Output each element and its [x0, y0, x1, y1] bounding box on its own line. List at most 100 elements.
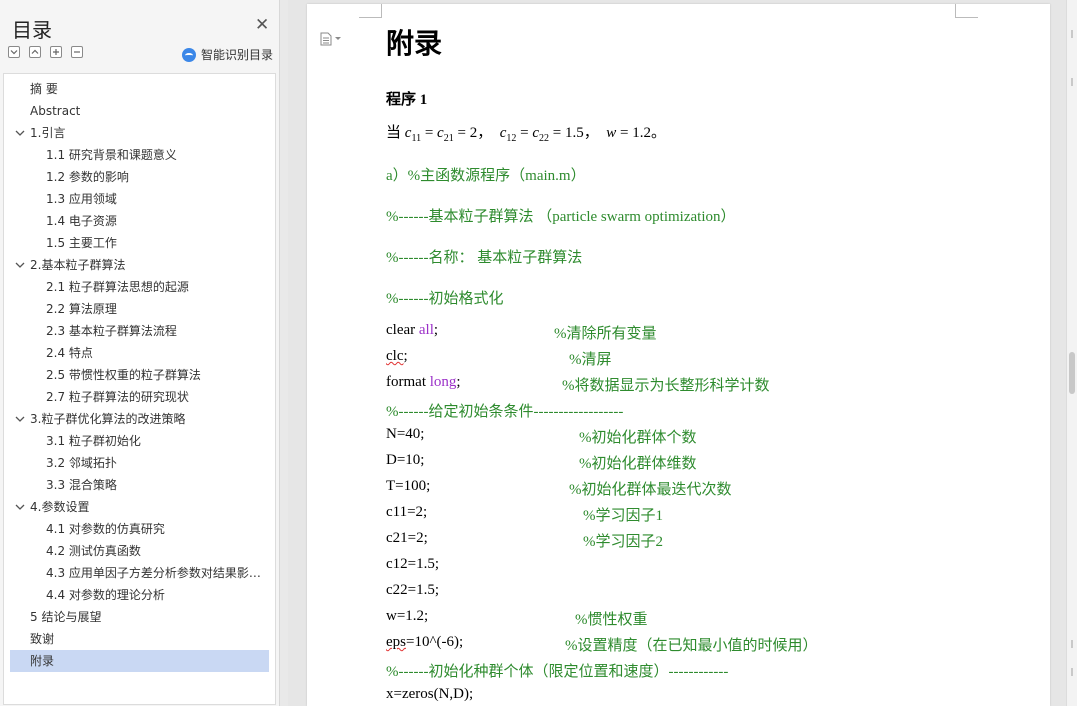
- toc-item-label: 4.参数设置: [30, 500, 90, 514]
- toc-item-label: 4.2 测试仿真函数: [46, 544, 141, 558]
- toc-item-label: 2.4 特点: [46, 346, 93, 360]
- code-line-d: D=10;: [386, 452, 425, 468]
- toc-item[interactable]: 2.4 特点: [4, 342, 275, 364]
- formula-value-2: 1.5: [564, 125, 584, 141]
- toc-item[interactable]: 附录: [10, 650, 269, 672]
- toc-item[interactable]: 1.2 参数的影响: [4, 166, 275, 188]
- code-comment: %初始化群体最迭代次数: [569, 482, 732, 498]
- toc-item[interactable]: 3.1 粒子群初始化: [4, 430, 275, 452]
- toc-panel: 目录 ✕ 智能识别目录 摘 要 Abstract 1.引言 1.1 研究背景和课题意义…: [0, 0, 280, 706]
- toc-item[interactable]: 4.1 对参数的仿真研究: [4, 518, 275, 540]
- expand-all-icon[interactable]: [8, 46, 20, 58]
- code-comment: %学习因子1: [583, 508, 663, 524]
- toc-item[interactable]: 2.5 带惯性权重的粒子群算法: [4, 364, 275, 386]
- scroll-marker: [1071, 668, 1073, 676]
- toc-item-label: 4.4 对参数的理论分析: [46, 588, 165, 602]
- scroll-marker: [1071, 640, 1073, 648]
- toc-item[interactable]: 1.3 应用领域: [4, 188, 275, 210]
- code-comment: %学习因子2: [583, 534, 663, 550]
- code-semicolon: ;: [456, 374, 461, 390]
- toc-item-label: 3.2 邻域拓扑: [46, 456, 117, 470]
- remove-heading-icon[interactable]: [71, 46, 83, 58]
- code-line-c22: c22=1.5;: [386, 582, 440, 598]
- appendix-heading: 附录: [386, 27, 443, 60]
- parameter-formula: 当 c11 = c21 = 2， c12 = c22 = 1.5， w = 1.…: [386, 125, 666, 144]
- toc-item[interactable]: 4.参数设置: [4, 496, 275, 518]
- toc-toolbar: [8, 46, 83, 58]
- toc-item[interactable]: 3.粒子群优化算法的改进策略: [4, 408, 275, 430]
- scroll-marker: [1071, 78, 1073, 86]
- toc-item[interactable]: 2.基本粒子群算法: [4, 254, 275, 276]
- code-line-x: x=zeros(N,D);: [386, 686, 474, 702]
- toc-item[interactable]: Abstract: [4, 100, 275, 122]
- toc-item-label: 1.5 主要工作: [46, 236, 117, 250]
- code-comment-main: a）%主函数源程序（main.m）: [386, 168, 586, 184]
- formula-c-symbol: c: [437, 125, 444, 141]
- code-comment: %将数据显示为长整形科学计数: [562, 378, 770, 394]
- document-page[interactable]: 附录 程序 1 当 c11 = c21 = 2， c12 = c22 = 1.5…: [307, 4, 1050, 706]
- smart-toc-button[interactable]: 智能识别目录: [182, 46, 273, 63]
- code-line-c21: c21=2;: [386, 530, 428, 546]
- code-semicolon: ;: [433, 322, 439, 338]
- code-comment: %清屏: [569, 352, 612, 368]
- toc-item-label: 4.3 应用单因子方差分析参数对结果影响...: [46, 566, 271, 580]
- toc-item-label: 1.2 参数的影响: [46, 170, 129, 184]
- toc-item[interactable]: 3.2 邻域拓扑: [4, 452, 275, 474]
- collapse-all-icon[interactable]: [29, 46, 41, 58]
- vertical-scrollbar[interactable]: [1066, 0, 1077, 706]
- program-title: 程序 1: [386, 92, 428, 108]
- formula-sub-21: 21: [443, 133, 454, 144]
- chevron-down-icon[interactable]: [14, 127, 26, 139]
- toc-item[interactable]: 5 结论与展望: [4, 606, 275, 628]
- toc-item-label: 5 结论与展望: [30, 610, 102, 624]
- toc-item[interactable]: 致谢: [4, 628, 275, 650]
- code-semicolon: ;: [403, 348, 408, 364]
- code-argument: long: [429, 374, 457, 390]
- toc-item-label: 2.2 算法原理: [46, 302, 117, 316]
- chevron-down-icon[interactable]: [14, 413, 26, 425]
- toc-item[interactable]: 2.1 粒子群算法思想的起源: [4, 276, 275, 298]
- code-line-eps: eps=10^(-6);: [386, 634, 463, 651]
- toc-item[interactable]: 1.5 主要工作: [4, 232, 275, 254]
- toc-item[interactable]: 4.2 测试仿真函数: [4, 540, 275, 562]
- toc-item-label: 1.3 应用领域: [46, 192, 117, 206]
- toc-item-label: 附录: [30, 654, 55, 668]
- margin-corner-right: [955, 4, 978, 18]
- add-heading-icon[interactable]: [50, 46, 62, 58]
- toc-item-label: 2.基本粒子群算法: [30, 258, 126, 272]
- code-line-format: format long;: [386, 374, 461, 391]
- toc-item-label: 1.引言: [30, 126, 66, 140]
- margin-corner-left: [359, 4, 382, 18]
- code-comment-init-cond: %------给定初始条条件------------------: [386, 404, 624, 420]
- toc-item[interactable]: 摘 要: [4, 78, 275, 100]
- toc-item[interactable]: 4.4 对参数的理论分析: [4, 584, 275, 606]
- toc-item[interactable]: 1.4 电子资源: [4, 210, 275, 232]
- code-line-clear: clear all;: [386, 322, 438, 339]
- toc-item[interactable]: 2.2 算法原理: [4, 298, 275, 320]
- code-assignment: =10^(-6);: [406, 634, 464, 650]
- toc-item[interactable]: 2.7 粒子群算法的研究现状: [4, 386, 275, 408]
- toc-item-label: 3.3 混合策略: [46, 478, 117, 492]
- code-line-w: w=1.2;: [386, 608, 429, 624]
- toc-item-label: 2.5 带惯性权重的粒子群算法: [46, 368, 201, 382]
- scroll-marker: [1071, 30, 1073, 38]
- code-line-n: N=40;: [386, 426, 425, 442]
- chevron-down-icon[interactable]: [14, 501, 26, 513]
- toc-item[interactable]: 1.1 研究背景和课题意义: [4, 144, 275, 166]
- document-area: 附录 程序 1 当 c11 = c21 = 2， c12 = c22 = 1.5…: [288, 0, 1066, 706]
- document-menu-icon[interactable]: [320, 32, 341, 46]
- chevron-down-icon[interactable]: [14, 259, 26, 271]
- formula-sub-12: 12: [506, 133, 517, 144]
- scrollbar-thumb[interactable]: [1069, 352, 1075, 394]
- toc-item[interactable]: 1.引言: [4, 122, 275, 144]
- close-icon[interactable]: ✕: [255, 15, 269, 35]
- toc-item[interactable]: 2.3 基本粒子群算法流程: [4, 320, 275, 342]
- formula-sub-11: 11: [411, 133, 422, 144]
- smart-toc-label: 智能识别目录: [201, 48, 274, 62]
- code-comment: %设置精度（在已知最小值的时候用）: [565, 638, 818, 654]
- toc-item-label: 3.1 粒子群初始化: [46, 434, 141, 448]
- code-comment: %初始化群体维数: [579, 456, 697, 472]
- toc-item[interactable]: 4.3 应用单因子方差分析参数对结果影响...: [4, 562, 275, 584]
- cloud-ai-icon: [182, 47, 196, 62]
- toc-item[interactable]: 3.3 混合策略: [4, 474, 275, 496]
